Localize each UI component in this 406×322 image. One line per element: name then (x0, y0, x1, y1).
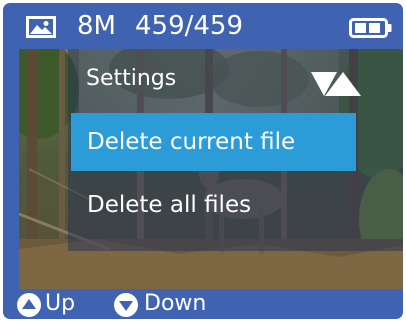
up-arrow-icon (17, 293, 41, 317)
resolution-label: 8M (77, 11, 116, 41)
down-arrow-icon (114, 293, 138, 317)
status-bar: 8M 459/459 (3, 3, 403, 49)
menu-title: Settings (86, 66, 177, 91)
file-counter: 459/459 (135, 11, 244, 41)
battery-icon (349, 18, 392, 38)
down-label: Down (144, 291, 207, 316)
camera-viewfinder: Settings Delete current file Delete all … (19, 49, 403, 289)
hint-bar: Up Down (3, 289, 403, 319)
menu-item-delete-current-file[interactable]: Delete current file (71, 113, 356, 171)
menu-item-delete-all-files[interactable]: Delete all files (71, 176, 356, 234)
camera-screen: 8M 459/459 Settings Delete current file … (3, 3, 403, 319)
image-icon (26, 16, 56, 38)
up-label: Up (45, 291, 76, 316)
up-down-triangle-icon (311, 72, 361, 96)
